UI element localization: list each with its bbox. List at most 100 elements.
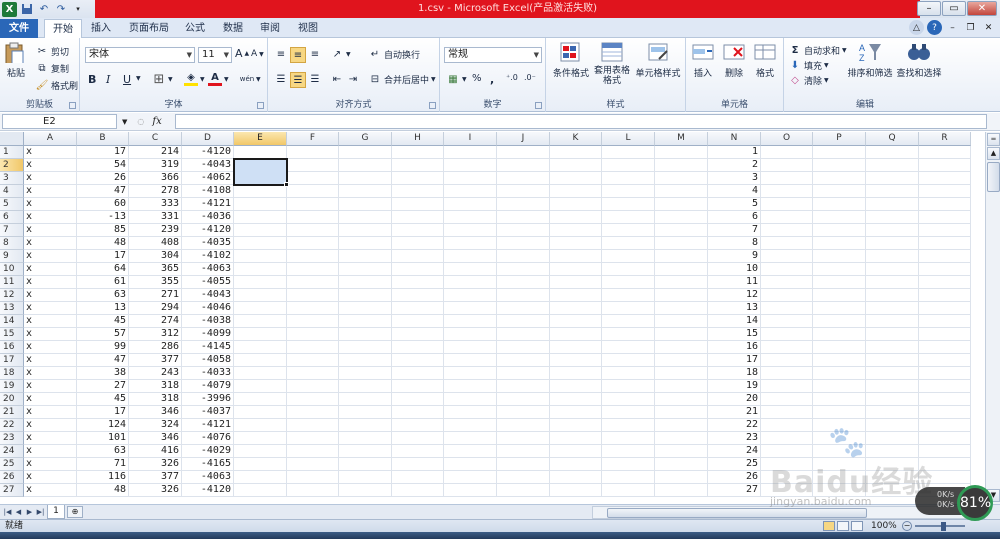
next-sheet-icon[interactable]: ▶ <box>24 507 35 518</box>
cell-m[interactable] <box>655 315 708 328</box>
decrease-indent-button[interactable]: ⇤ <box>330 72 344 86</box>
clipboard-launcher-icon[interactable] <box>69 102 76 109</box>
tab-view[interactable]: 视图 <box>293 19 323 38</box>
cell-p[interactable] <box>813 302 866 315</box>
cell-b[interactable]: 99 <box>77 341 129 354</box>
copy-button[interactable]: ⧉ 复制 <box>35 61 69 75</box>
cell-f[interactable] <box>287 328 339 341</box>
cell-m[interactable] <box>655 471 708 484</box>
cell-c[interactable]: 333 <box>129 198 182 211</box>
cell-a[interactable]: x <box>24 471 77 484</box>
cell-d[interactable]: -3996 <box>182 393 234 406</box>
cell-g[interactable] <box>339 354 392 367</box>
cell-h[interactable] <box>392 211 444 224</box>
cell-l[interactable] <box>602 276 655 289</box>
cell-m[interactable] <box>655 445 708 458</box>
cell-k[interactable] <box>550 458 602 471</box>
cell-i[interactable] <box>444 250 497 263</box>
cell-b[interactable]: 60 <box>77 198 129 211</box>
cell-q[interactable] <box>866 419 919 432</box>
horizontal-scroll-thumb[interactable] <box>607 508 867 518</box>
tab-data[interactable]: 数据 <box>218 19 248 38</box>
cell-o[interactable] <box>761 354 813 367</box>
fill-button[interactable]: ⬇ 填充 ▼ <box>788 58 829 72</box>
cell-g[interactable] <box>339 198 392 211</box>
cell-p[interactable] <box>813 432 866 445</box>
cell-r[interactable] <box>919 471 971 484</box>
cell-d[interactable]: -4063 <box>182 263 234 276</box>
align-right-button[interactable]: ☰ <box>308 72 322 86</box>
cell-n[interactable]: 10 <box>708 263 761 276</box>
cell-c[interactable]: 324 <box>129 419 182 432</box>
zoom-out-icon[interactable]: − <box>902 521 912 531</box>
cell-p[interactable] <box>813 419 866 432</box>
cell-i[interactable] <box>444 458 497 471</box>
column-header-e[interactable]: E <box>234 132 287 146</box>
cell-a[interactable]: x <box>24 367 77 380</box>
cell-o[interactable] <box>761 406 813 419</box>
cell-i[interactable] <box>444 237 497 250</box>
cell-j[interactable] <box>497 380 550 393</box>
cell-r[interactable] <box>919 237 971 250</box>
row-header[interactable]: 17 <box>0 354 24 367</box>
cell-a[interactable]: x <box>24 458 77 471</box>
cell-g[interactable] <box>339 367 392 380</box>
cell-j[interactable] <box>497 458 550 471</box>
cell-l[interactable] <box>602 211 655 224</box>
cell-m[interactable] <box>655 484 708 497</box>
cell-f[interactable] <box>287 484 339 497</box>
cell-m[interactable] <box>655 211 708 224</box>
format-painter-button[interactable]: 🖌 格式刷 <box>35 78 78 92</box>
cell-b[interactable]: 63 <box>77 445 129 458</box>
cell-e[interactable] <box>234 237 287 250</box>
cell-r[interactable] <box>919 185 971 198</box>
cell-m[interactable] <box>655 380 708 393</box>
cell-j[interactable] <box>497 419 550 432</box>
cell-a[interactable]: x <box>24 185 77 198</box>
cell-m[interactable] <box>655 302 708 315</box>
cell-c[interactable]: 355 <box>129 276 182 289</box>
cell-g[interactable] <box>339 484 392 497</box>
cell-h[interactable] <box>392 445 444 458</box>
cell-o[interactable] <box>761 484 813 497</box>
cell-h[interactable] <box>392 484 444 497</box>
cell-n[interactable]: 21 <box>708 406 761 419</box>
cell-f[interactable] <box>287 250 339 263</box>
cell-c[interactable]: 312 <box>129 328 182 341</box>
cell-o[interactable] <box>761 445 813 458</box>
cell-h[interactable] <box>392 471 444 484</box>
cell-p[interactable] <box>813 406 866 419</box>
cell-l[interactable] <box>602 146 655 159</box>
cell-l[interactable] <box>602 341 655 354</box>
cell-m[interactable] <box>655 289 708 302</box>
cell-a[interactable]: x <box>24 380 77 393</box>
cell-l[interactable] <box>602 237 655 250</box>
cell-e[interactable] <box>234 328 287 341</box>
cell-i[interactable] <box>444 185 497 198</box>
row-header[interactable]: 24 <box>0 445 24 458</box>
column-header-n[interactable]: N <box>708 132 761 146</box>
cell-h[interactable] <box>392 250 444 263</box>
cell-a[interactable]: x <box>24 432 77 445</box>
cell-m[interactable] <box>655 328 708 341</box>
cell-f[interactable] <box>287 315 339 328</box>
zoom-level[interactable]: 100% <box>871 520 897 532</box>
cell-n[interactable]: 4 <box>708 185 761 198</box>
cell-c[interactable]: 304 <box>129 250 182 263</box>
cell-j[interactable] <box>497 224 550 237</box>
cell-c[interactable]: 377 <box>129 354 182 367</box>
cell-p[interactable] <box>813 237 866 250</box>
cell-e[interactable] <box>234 289 287 302</box>
undo-icon[interactable]: ↶ <box>37 2 51 16</box>
prev-sheet-icon[interactable]: ◀ <box>13 507 24 518</box>
cell-b[interactable]: 54 <box>77 159 129 172</box>
cell-j[interactable] <box>497 341 550 354</box>
column-header-j[interactable]: J <box>497 132 550 146</box>
cell-d[interactable]: -4029 <box>182 445 234 458</box>
cell-n[interactable]: 16 <box>708 341 761 354</box>
row-header[interactable]: 27 <box>0 484 24 497</box>
row-header[interactable]: 5 <box>0 198 24 211</box>
cell-g[interactable] <box>339 185 392 198</box>
cell-r[interactable] <box>919 419 971 432</box>
cell-e[interactable] <box>234 211 287 224</box>
